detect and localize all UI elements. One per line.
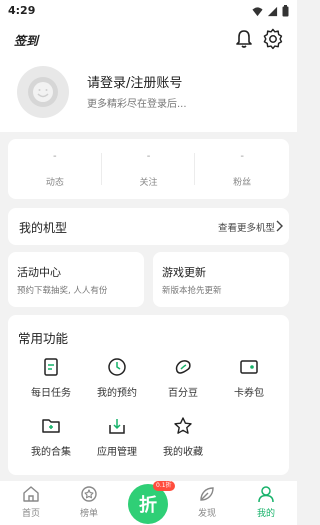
home-icon — [23, 486, 39, 502]
person-icon — [258, 486, 274, 503]
status-time: 4:29 — [8, 4, 36, 17]
stat-value: - — [240, 151, 244, 162]
common-functions-panel: 常用功能 每日任务 我的预约 百分豆 卡券包 我的合集 应用管理 我的收藏 — [8, 315, 289, 475]
activity-center-card[interactable]: 活动中心 预约下载抽奖, 人人有份 — [8, 252, 144, 307]
function-label: 每日任务 — [31, 388, 71, 399]
bell-icon[interactable] — [233, 28, 255, 50]
function-label: 卡券包 — [234, 388, 264, 399]
settings-gear-icon[interactable] — [262, 28, 284, 50]
stat-label: 粉丝 — [233, 178, 252, 188]
chevron-right-icon — [276, 220, 283, 232]
tab-home[interactable]: 首页 — [6, 485, 56, 523]
discount-badge: 0.1折 — [153, 481, 175, 491]
stat-label: 动态 — [45, 178, 64, 188]
status-bar: 4:29 — [0, 0, 297, 22]
bean-button[interactable]: 百分豆 — [150, 357, 216, 401]
wifi-icon — [252, 6, 263, 16]
folder-icon — [42, 419, 60, 433]
profile-header: 签到 请登录/注册账号 更多精彩尽在登录后... — [0, 22, 297, 132]
signal-icon — [267, 6, 278, 16]
function-label: 我的收藏 — [163, 447, 203, 458]
card-subtitle: 新版本抢先更新 — [162, 286, 222, 296]
checkin-button[interactable]: 签到 — [14, 32, 38, 49]
view-more-models-link[interactable]: 查看更多机型 — [218, 220, 275, 234]
my-reservation-button[interactable]: 我的预约 — [84, 357, 150, 401]
common-functions-title: 常用功能 — [18, 331, 69, 346]
login-subtitle: 更多精彩尽在登录后... — [87, 99, 187, 110]
coupon-wallet-button[interactable]: 卡券包 — [216, 357, 282, 401]
my-models-row[interactable]: 我的机型 查看更多机型 — [8, 208, 289, 245]
tab-label: 榜单 — [79, 509, 98, 519]
login-title[interactable]: 请登录/注册账号 — [87, 72, 182, 91]
stat-following[interactable]: - 关注 — [102, 139, 196, 199]
stat-value: - — [146, 151, 151, 162]
download-box-icon — [109, 419, 125, 434]
function-label: 百分豆 — [168, 388, 198, 399]
stat-posts[interactable]: - 动态 — [8, 139, 102, 199]
stat-value: - — [53, 151, 57, 162]
rank-icon — [81, 486, 97, 502]
stat-followers[interactable]: - 粉丝 — [195, 139, 289, 199]
battery-icon — [282, 5, 289, 17]
tab-label: 首页 — [21, 509, 40, 519]
avatar[interactable] — [17, 66, 69, 118]
card-subtitle: 预约下载抽奖, 人人有份 — [17, 286, 108, 296]
default-avatar-icon — [28, 77, 58, 107]
app-management-button[interactable]: 应用管理 — [84, 416, 150, 460]
my-collection-button[interactable]: 我的合集 — [18, 416, 84, 460]
my-models-title: 我的机型 — [19, 221, 68, 235]
stats-panel: - 动态 - 关注 - 粉丝 — [8, 139, 289, 199]
my-favorites-button[interactable]: 我的收藏 — [150, 416, 216, 460]
bean-icon — [175, 360, 191, 374]
tab-rank[interactable]: 榜单 — [64, 485, 114, 523]
coupon-icon — [240, 360, 258, 374]
card-title: 游戏更新 — [162, 266, 206, 279]
stat-label: 关注 — [139, 178, 158, 188]
task-icon — [44, 358, 58, 376]
tab-discover[interactable]: 发现 — [182, 485, 232, 523]
game-update-card[interactable]: 游戏更新 新版本抢先更新 — [153, 252, 289, 307]
tab-mine[interactable]: 我的 — [241, 485, 291, 523]
function-label: 我的预约 — [97, 388, 137, 399]
tab-label: 发现 — [197, 509, 216, 519]
card-title: 活动中心 — [17, 266, 61, 279]
star-icon — [174, 417, 192, 434]
function-label: 应用管理 — [97, 447, 137, 458]
function-label: 我的合集 — [31, 447, 71, 458]
system-icons — [252, 5, 289, 17]
daily-task-button[interactable]: 每日任务 — [18, 357, 84, 401]
discover-icon — [200, 487, 214, 501]
tab-label: 我的 — [256, 509, 275, 519]
clock-icon — [108, 358, 126, 376]
